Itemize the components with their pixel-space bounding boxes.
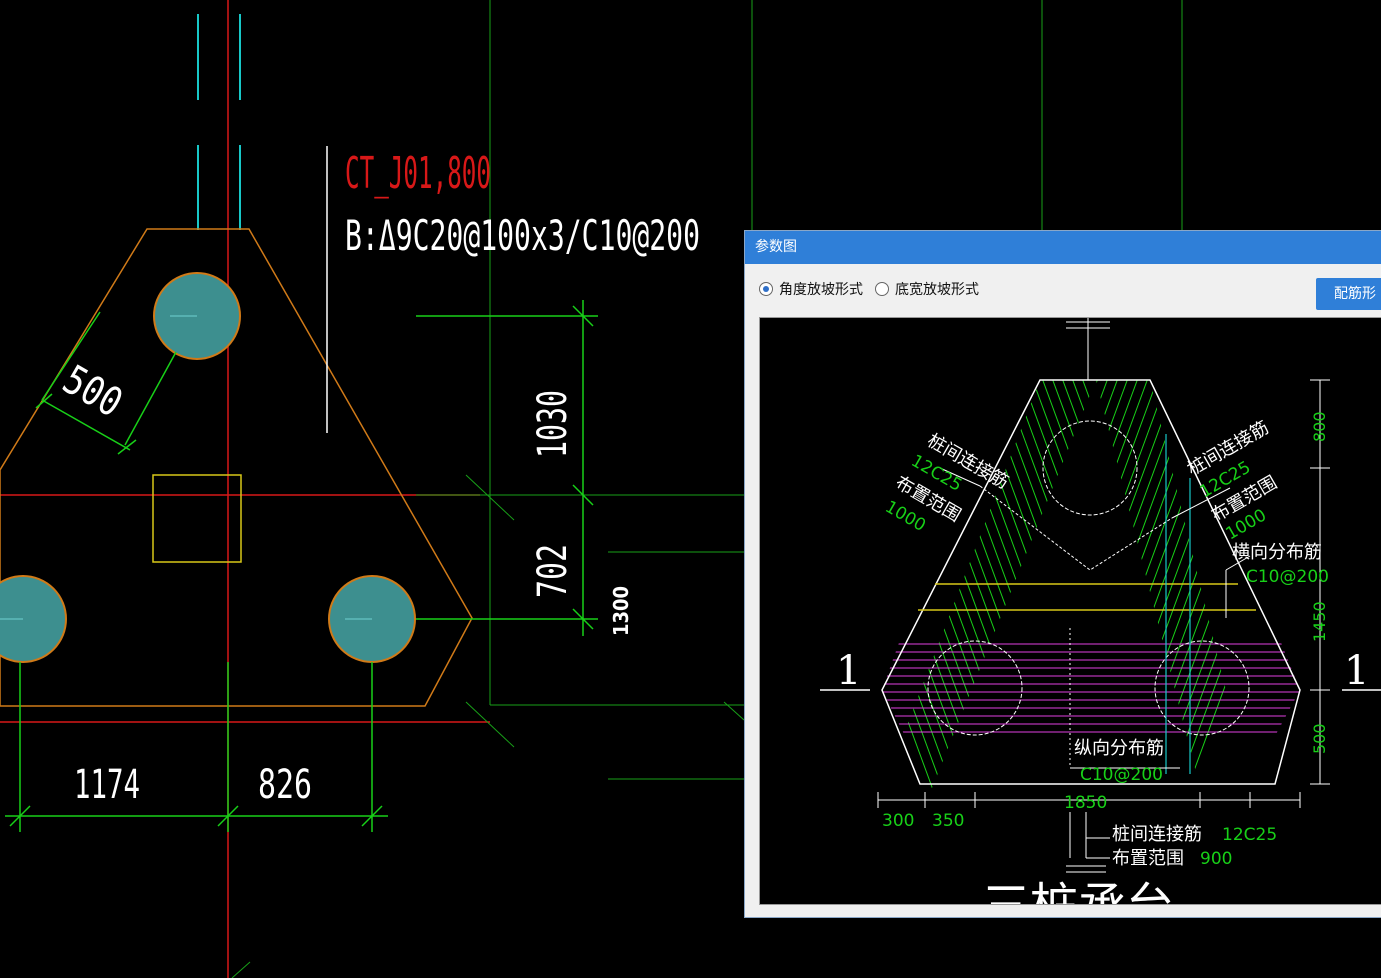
pile-circle-top <box>1042 420 1138 516</box>
pile-circle-left <box>927 640 1023 736</box>
bottom-link-rebar-title: 桩间连接筋 <box>1112 824 1202 845</box>
bottom-range-title: 布置范围 <box>1112 848 1184 869</box>
section-marker-right: 1 <box>1344 648 1369 694</box>
dim-800: 800 <box>1310 411 1329 442</box>
parameter-dialog[interactable]: 参数图 角度放坡形式 底宽放坡形式 配筋形 800 1450 500 1850 … <box>744 230 1381 918</box>
cap-code-label[interactable]: CT_J01,800 <box>345 148 491 199</box>
dimension-702: 702 <box>530 544 576 598</box>
dialog-title[interactable]: 参数图 <box>745 231 1381 264</box>
rebar-band-bottom <box>882 643 1300 733</box>
radio-width-slope[interactable] <box>875 282 889 296</box>
bottom-link-rebar-value: 12C25 <box>1222 825 1277 845</box>
longitudinal-rebar-title: 纵向分布筋 <box>1074 738 1164 759</box>
grid-line <box>465 701 515 748</box>
grid-line <box>231 961 251 978</box>
transverse-rebar-title: 横向分布筋 <box>1232 542 1322 563</box>
rebar-form-button[interactable]: 配筋形 <box>1316 278 1381 310</box>
dimension-1030: 1030 <box>530 390 576 458</box>
dim-1450: 1450 <box>1310 601 1329 642</box>
rebar-spec-label[interactable]: B:Δ9C20@100x3/C10@200 <box>345 211 700 260</box>
dimension-line <box>124 351 177 446</box>
dim-500: 500 <box>1310 723 1329 754</box>
radio-width-slope-label[interactable]: 底宽放坡形式 <box>895 279 979 299</box>
radio-angle-slope-label[interactable]: 角度放坡形式 <box>779 279 863 299</box>
diagram-caption: 三桩承台 <box>982 878 1174 905</box>
transverse-rebar-value: C10@200 <box>1246 567 1329 587</box>
dimension-1300: 1300 <box>609 586 633 636</box>
section-marker-left: 1 <box>836 648 861 694</box>
longitudinal-rebar-value: C10@200 <box>1080 765 1163 785</box>
bottom-range-value: 900 <box>1200 849 1232 869</box>
parameter-preview-diagram: 800 1450 500 1850 300 350 1 1 桩间连接筋 12C2… <box>820 318 1381 905</box>
dim-1850: 1850 <box>1064 793 1107 813</box>
radio-angle-slope[interactable] <box>759 282 773 296</box>
dim-350: 350 <box>932 811 964 831</box>
rebar-band-right <box>1096 380 1250 788</box>
parameter-preview-panel: 800 1450 500 1850 300 350 1 1 桩间连接筋 12C2… <box>759 317 1381 905</box>
dimension-1174: 1174 <box>74 762 140 808</box>
dimension-500: 500 <box>55 357 130 427</box>
slope-option-group: 角度放坡形式 底宽放坡形式 <box>759 279 991 299</box>
dimension-826: 826 <box>258 762 312 808</box>
dim-300: 300 <box>882 811 914 831</box>
